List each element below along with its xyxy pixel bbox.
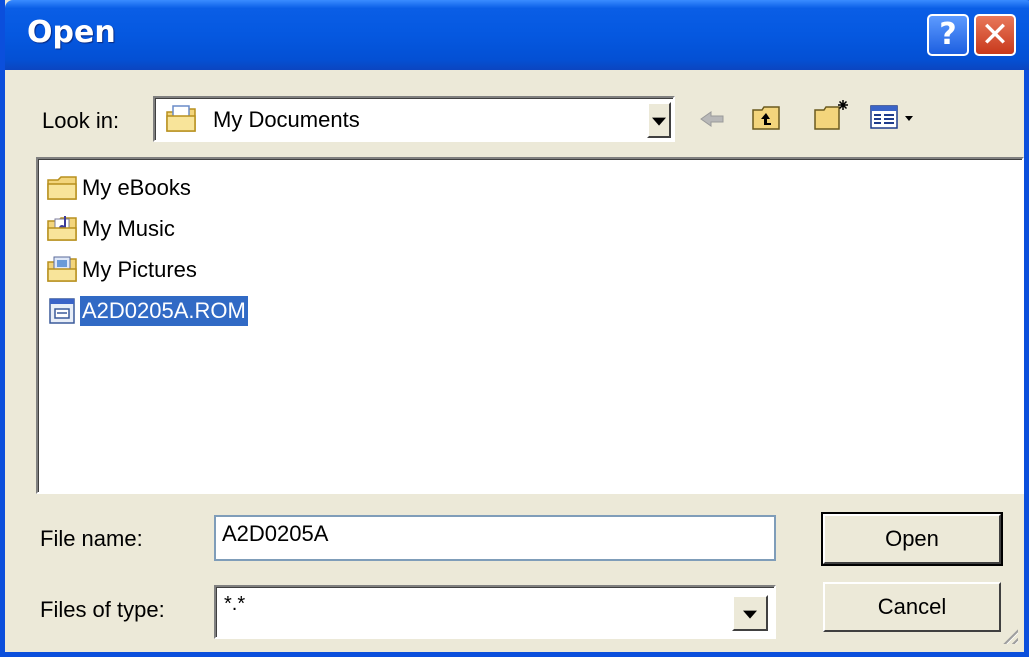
file-name: My Music: [82, 216, 175, 241]
file-name: A2D0205A.ROM: [80, 296, 248, 326]
open-dialog: Open ? ✕ Look in: My Documents My eBooks…: [0, 0, 1029, 657]
help-button[interactable]: ?: [927, 14, 969, 56]
dialog-title: Open: [27, 15, 116, 50]
view-menu-icon[interactable]: [869, 104, 923, 132]
folder-icon: [47, 176, 77, 200]
file-type-value: *.*: [224, 593, 246, 615]
file-name-label: File name:: [40, 526, 143, 551]
file-list[interactable]: My eBooks My Music My Pictures A2D0205A.…: [36, 157, 1024, 494]
file-type-combo[interactable]: *.*: [214, 585, 776, 639]
back-arrow-icon[interactable]: [699, 109, 727, 129]
new-folder-icon[interactable]: [813, 98, 851, 132]
rom-file-icon: [49, 298, 75, 324]
up-folder-icon[interactable]: [751, 104, 783, 132]
pictures-folder-icon: [47, 256, 77, 282]
resize-grip[interactable]: [1000, 626, 1018, 644]
look-in-value: My Documents: [213, 107, 360, 132]
look-in-combo[interactable]: My Documents: [153, 96, 675, 142]
look-in-label: Look in:: [42, 108, 120, 133]
title-bar[interactable]: Open ? ✕: [5, 0, 1029, 70]
look-in-dropdown-arrow[interactable]: [647, 102, 671, 138]
file-name: My Pictures: [82, 257, 197, 282]
music-folder-icon: [47, 216, 77, 241]
file-name-input[interactable]: A2D0205A: [214, 515, 776, 561]
cancel-button[interactable]: Cancel: [823, 582, 1001, 632]
close-button[interactable]: ✕: [974, 14, 1016, 56]
file-type-label: Files of type:: [40, 597, 165, 622]
my-documents-icon: [166, 105, 196, 132]
file-type-dropdown-arrow[interactable]: [732, 595, 768, 631]
file-name: My eBooks: [82, 175, 191, 200]
open-button[interactable]: Open: [821, 512, 1003, 566]
